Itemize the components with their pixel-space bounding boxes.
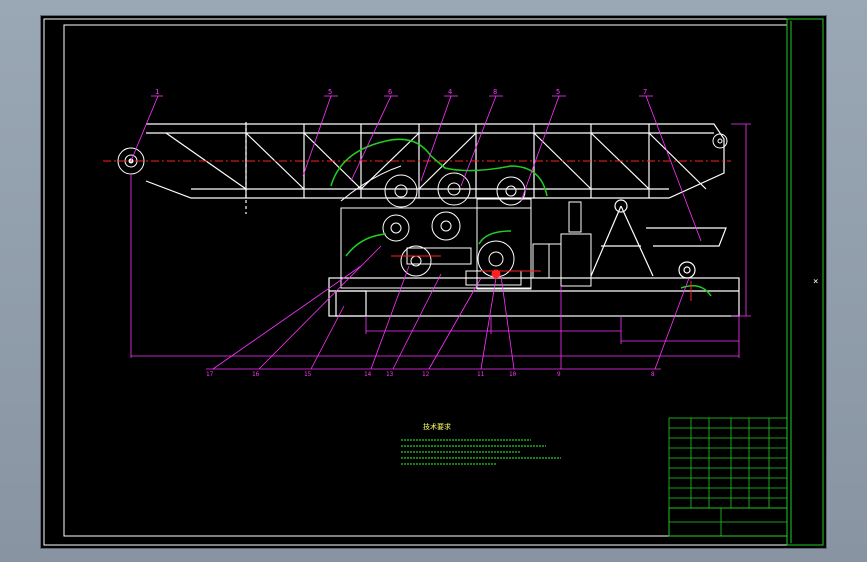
notes-lines [401,439,561,465]
balloon-bottom: 15 [304,371,312,378]
balloon-top: 5 [556,88,560,96]
outer-frame [43,18,824,546]
balloon-bottom: 11 [477,371,485,378]
dimension-lines [130,123,751,358]
balloon-top: 8 [493,88,497,96]
balloon-bottom: 12 [422,371,430,378]
balloon-top: 4 [448,88,452,96]
balloon-bottom: 16 [252,371,260,378]
head-pulley [712,133,728,149]
cursor-mark: × [813,277,818,287]
base-frame [328,277,740,317]
balloon-top: 6 [388,88,392,96]
balloon-bottom: 8 [651,371,655,378]
balloon-bottom: 14 [364,371,372,378]
guard-left [345,233,387,257]
notes-title: 技术要求 [423,422,451,431]
cad-viewport[interactable]: × 1 5 6 4 8 5 7 17 16 15 14 13 12 11 10 … [41,16,826,548]
bottom-balloons: 17 16 15 14 13 12 11 10 9 8 [206,371,655,378]
balloon-top: 7 [643,88,647,96]
support-frame [590,199,727,279]
title-block [668,417,788,537]
discharge-guard [340,165,402,202]
balloon-bottom: 9 [557,371,561,378]
balloon-top: 5 [328,88,332,96]
inner-frame [63,24,788,537]
technical-notes: 技术要求 [401,422,561,465]
balloon-bottom: 10 [509,371,517,378]
balloon-bottom: 17 [206,371,214,378]
guard-center [478,230,512,245]
balloon-bottom: 13 [386,371,394,378]
conveyor-truss [145,122,725,214]
top-balloons: 1 5 6 4 8 5 7 [155,88,647,96]
cad-drawing-canvas: × 1 5 6 4 8 5 7 17 16 15 14 13 12 11 10 … [43,18,824,546]
motor [532,201,592,287]
balloon-top: 1 [155,88,159,96]
